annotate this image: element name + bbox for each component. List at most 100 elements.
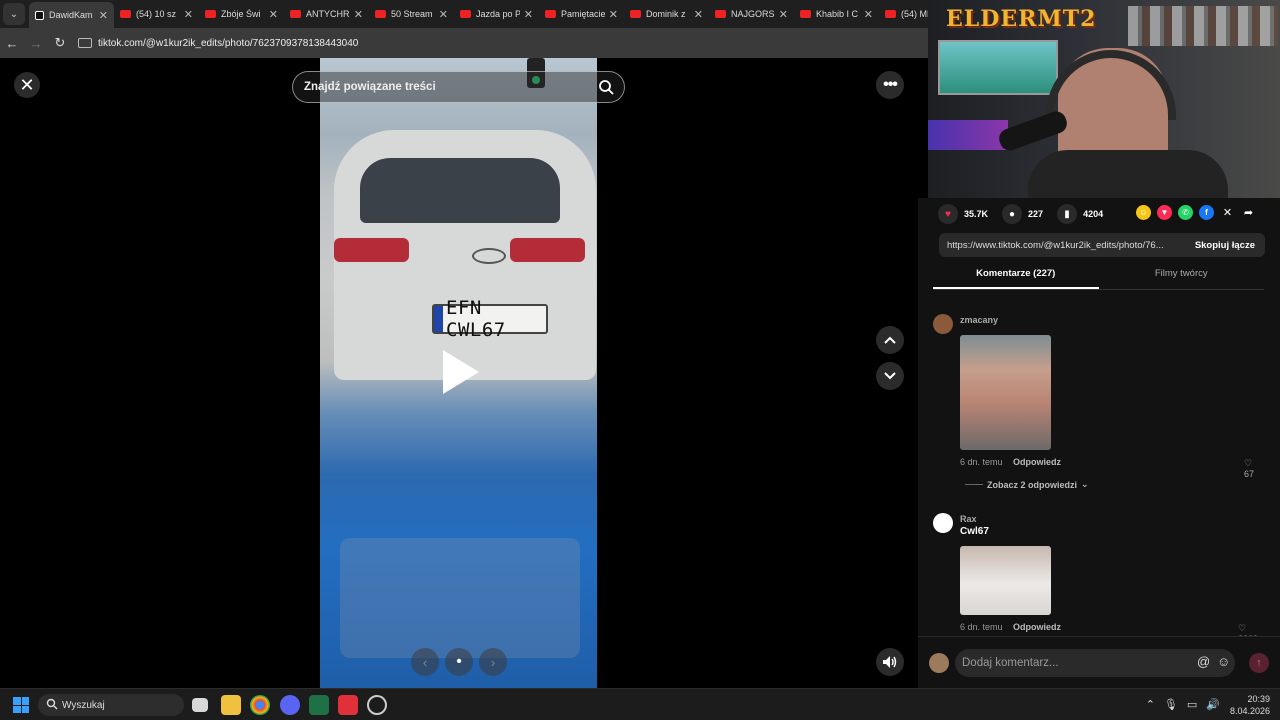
browser-tab[interactable]: Pamiętacie ✕ [539,0,624,28]
share-send-icon[interactable]: ▼ [1157,205,1172,220]
app-red-icon[interactable] [338,695,358,715]
avatar[interactable] [933,314,953,334]
taskbar-search-label: Wyszukaj [62,699,105,711]
discord-icon[interactable] [280,695,300,715]
back-button[interactable]: ← [0,36,24,51]
file-explorer-icon[interactable] [221,695,241,715]
previous-post-button[interactable] [876,326,904,354]
next-post-button[interactable] [876,362,904,390]
emoji-icon[interactable]: ☺ [1217,654,1230,669]
avatar[interactable] [933,513,953,533]
comment-input[interactable]: Dodaj komentarz... @ ☺ [955,649,1235,677]
browser-tab[interactable]: Zbóje Świ ✕ [199,0,284,28]
excel-icon[interactable] [309,695,329,715]
carousel-next-button[interactable]: › [479,648,507,676]
browser-tab[interactable]: 50 Stream ✕ [369,0,454,28]
mention-icon[interactable]: @ [1197,654,1210,669]
close-tab-icon[interactable]: ✕ [269,8,278,21]
search-icon[interactable] [598,79,614,95]
comment-username[interactable]: Rax [960,514,977,524]
youtube-icon [460,10,471,18]
comment-image[interactable] [960,335,1051,450]
browser-tab[interactable]: (54) 10 sz ✕ [114,0,199,28]
share-friends-icon[interactable]: ☺ [1136,205,1151,220]
chrome-icon[interactable] [250,695,270,715]
webcam-shirt [1028,150,1228,198]
comment-like[interactable]: ♡ 67 [1244,458,1264,479]
carousel-prev-button[interactable]: ‹ [411,648,439,676]
share-link-text[interactable]: https://www.tiktok.com/@w1kur2ik_edits/p… [947,240,1185,251]
site-info-icon[interactable] [78,38,92,48]
taskbar: Wyszukaj ⌃ 🎙 ▭ 🔊 20:39 8.04.2026 [0,688,1280,720]
youtube-icon [630,10,641,18]
related-search-field[interactable]: Znajdź powiązane treści [292,71,625,103]
browser-tab[interactable]: ANTYCHR ✕ [284,0,369,28]
windows-start-icon[interactable] [13,697,29,713]
send-comment-button[interactable]: ↑ [1249,653,1269,673]
clock[interactable]: 20:39 8.04.2026 [1230,693,1270,717]
car-rear-window [360,158,560,223]
task-view-icon[interactable] [192,698,208,712]
close-tab-icon[interactable]: ✕ [779,8,788,21]
panel-tabs: Komentarze (227) Filmy twórcy [933,268,1264,290]
obs-icon[interactable] [367,695,387,715]
close-tab-icon[interactable]: ✕ [524,8,533,21]
volume-icon[interactable]: 🔊 [1206,698,1220,711]
taskbar-search[interactable]: Wyszukaj [38,694,184,716]
close-tab-icon[interactable]: ✕ [354,8,363,21]
close-tab-icon[interactable]: ✕ [99,9,108,22]
url-field[interactable]: tiktok.com/@w1kur2ik_edits/photo/7623709… [78,38,358,49]
close-button[interactable]: ✕ [14,72,40,98]
comment-button[interactable]: ● 227 [1002,204,1043,224]
share-arrow-icon[interactable]: ➦ [1241,205,1256,220]
tray-chevron-up-icon[interactable]: ⌃ [1146,698,1155,711]
like-button[interactable]: ♥ 35.7K [938,204,988,224]
youtube-icon [545,10,556,18]
browser-tab[interactable]: Dominik z ✕ [624,0,709,28]
view-replies-button[interactable]: Zobacz 2 odpowiedzi ⌄ [965,479,1089,490]
photo-carousel-nav: ‹ • › [411,648,507,676]
browser-tab[interactable]: Jazda po P ✕ [454,0,539,28]
comment-username[interactable]: zmacany [960,315,998,325]
save-count: 4204 [1083,209,1104,219]
reply-button[interactable]: Odpowiedz [1013,622,1061,632]
facebook-icon[interactable]: f [1199,205,1214,220]
reload-button[interactable]: ↻ [48,35,72,51]
close-tab-icon[interactable]: ✕ [184,8,193,21]
close-tab-icon[interactable]: ✕ [864,8,873,21]
carousel-indicator: • [445,648,473,676]
heart-icon: ♥ [938,204,958,224]
comment-time: 6 dn. temu [960,622,1003,632]
whatsapp-icon[interactable]: ✆ [1178,205,1193,220]
play-icon[interactable] [443,350,479,394]
browser-tab[interactable]: DawidKam ✕ [29,2,114,28]
comment-image[interactable] [960,546,1051,615]
close-tab-icon[interactable]: ✕ [694,8,703,21]
youtube-icon [205,10,216,18]
comment-bubble-icon: ● [1002,204,1023,224]
tab-creator-videos[interactable]: Filmy twórcy [1099,268,1265,289]
forward-button[interactable]: → [24,36,48,51]
copy-link-button[interactable]: Skopiuj łącze [1185,240,1265,251]
heart-outline-icon: ♡ [1238,623,1247,633]
close-tab-icon[interactable]: ✕ [609,8,618,21]
save-button[interactable]: ▮ 4204 [1057,204,1103,224]
browser-tab[interactable]: Khabib I C ✕ [794,0,879,28]
url-text: tiktok.com/@w1kur2ik_edits/photo/7623709… [98,37,359,49]
chevron-up-icon [884,336,896,344]
license-plate: EFN CWL67 [432,297,548,341]
microphone-icon[interactable]: 🎙 [1164,698,1178,711]
car-tail-light-right [510,238,585,262]
browser-tab-title: Pamiętacie [561,9,605,19]
more-options-button[interactable]: ••• [876,71,904,99]
tab-search-button[interactable]: ⌄ [3,3,25,25]
close-tab-icon[interactable]: ✕ [439,8,448,21]
volume-button[interactable] [876,648,904,676]
x-icon[interactable]: ✕ [1220,205,1235,220]
comment-text: Cwl67 [960,526,989,537]
browser-tab[interactable]: NAJGORS ✕ [709,0,794,28]
reply-button[interactable]: Odpowiedz [1013,457,1061,467]
display-icon[interactable]: ▭ [1187,698,1197,711]
car-tail-light-left [334,238,409,262]
tab-comments[interactable]: Komentarze (227) [933,268,1099,289]
